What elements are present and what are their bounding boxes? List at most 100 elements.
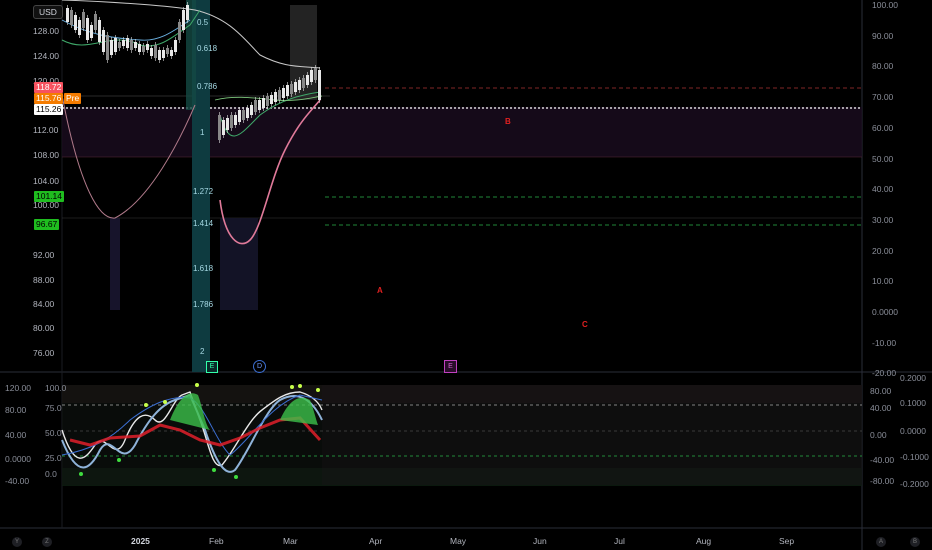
candle-body xyxy=(170,50,173,56)
candle-body xyxy=(174,40,177,52)
candle-body xyxy=(262,98,265,108)
candle-body xyxy=(246,108,249,118)
left-axis-tick: 80.00 xyxy=(33,323,55,333)
osc-right-tick-2: -0.2000 xyxy=(900,479,929,489)
right-axis-tick: 40.00 xyxy=(872,184,894,195)
osc-right-tick-2: 0.0000 xyxy=(900,426,926,436)
fib-label: 1.414 xyxy=(193,219,214,228)
candle-body xyxy=(138,44,141,52)
osc-left-tick: 75.0 xyxy=(45,403,62,413)
candle-body xyxy=(242,110,245,120)
candle-body xyxy=(270,95,273,104)
osc-right-tick: -80.00 xyxy=(870,476,895,486)
osc-right-tick: -40.00 xyxy=(870,455,895,465)
future-earnings-marker[interactable]: E xyxy=(444,360,457,373)
fib-label: 0.786 xyxy=(197,82,218,91)
right-axis-tick: 80.00 xyxy=(872,61,894,72)
dividend-marker[interactable]: D xyxy=(253,360,266,373)
time-label: 2025 xyxy=(131,536,150,546)
left-axis-tick: 84.00 xyxy=(33,299,55,309)
osc-right-tick-2: 0.1000 xyxy=(900,398,926,408)
osc-right-tick-2: -0.1000 xyxy=(900,452,929,462)
candle-body xyxy=(310,70,313,82)
osc-left-tick: 25.0 xyxy=(45,453,62,463)
candle-body xyxy=(238,110,241,122)
left-axis-tick: 104.00 xyxy=(33,176,59,186)
candle-body xyxy=(74,15,77,30)
candle-body xyxy=(278,90,281,100)
shaded-zone xyxy=(62,107,862,157)
candle-body xyxy=(70,10,73,25)
candle-body xyxy=(150,48,153,56)
candle-body xyxy=(130,40,133,50)
candle-body xyxy=(126,38,129,48)
right-axis-tick: 30.00 xyxy=(872,214,894,225)
candle-body xyxy=(114,38,117,52)
left-axis-tick: 108.00 xyxy=(33,150,59,160)
candle-body xyxy=(82,12,85,28)
premarket-badge: Pre xyxy=(64,93,82,104)
fib-label: 1.786 xyxy=(193,300,214,309)
candle-body xyxy=(106,35,109,60)
osc-right-tick: 0.00 xyxy=(870,430,887,440)
right-axis-tick: -20.00 xyxy=(872,368,897,379)
candle-body xyxy=(182,10,185,30)
right-axis-tick: 20.00 xyxy=(872,245,894,256)
osc-right-tick: 80.00 xyxy=(870,386,892,396)
candle-body xyxy=(134,42,137,48)
osc-right-tick-2: 0.2000 xyxy=(900,373,926,383)
right-axis-tick: 70.00 xyxy=(872,92,894,103)
chart-canvas[interactable] xyxy=(0,0,932,550)
time-label: Mar xyxy=(283,536,298,546)
candle-body xyxy=(230,115,233,128)
fib-label: 0.5 xyxy=(197,18,209,27)
time-label: Apr xyxy=(369,536,383,546)
osc-left-tick: 100.0 xyxy=(45,383,67,393)
candle-body xyxy=(142,46,145,52)
candle-body xyxy=(282,88,285,98)
price-badge-high: 118.72 xyxy=(34,82,64,93)
corner-button-z[interactable]: Z xyxy=(42,537,52,547)
candle-body xyxy=(146,44,149,50)
left-axis-tick: 76.00 xyxy=(33,348,55,358)
candle-body xyxy=(110,40,113,55)
candle-body xyxy=(254,100,257,112)
time-label: May xyxy=(450,536,467,546)
candle-body xyxy=(234,115,237,125)
candle-body xyxy=(226,118,229,130)
candle-body xyxy=(166,48,169,54)
candle-body xyxy=(250,105,253,115)
candle-body xyxy=(98,20,101,42)
fib-label: 1.618 xyxy=(193,264,214,273)
osc-far-left-tick: -40.00 xyxy=(5,476,30,486)
left-axis-tick: 124.00 xyxy=(33,51,59,61)
candle-body xyxy=(154,45,157,58)
candle-body xyxy=(162,50,165,58)
candle-body xyxy=(118,42,121,48)
candle-body xyxy=(298,80,301,90)
left-axis-tick: 88.00 xyxy=(33,275,55,285)
corner-button-a[interactable]: A xyxy=(876,537,886,547)
annotation-b: B xyxy=(505,117,511,126)
annotation-a: A xyxy=(377,286,383,295)
right-axis-tick: 50.00 xyxy=(872,153,894,164)
currency-selector[interactable]: USD xyxy=(33,5,63,19)
candle-body xyxy=(186,5,189,20)
price-badge-support-2: 96.67 xyxy=(34,219,60,230)
osc-left-tick: 50.0 xyxy=(45,428,62,438)
earnings-marker[interactable]: E xyxy=(206,361,218,373)
candle-body xyxy=(290,84,293,94)
time-label: Jun xyxy=(533,536,547,546)
time-label: Feb xyxy=(209,536,224,546)
annotation-c: C xyxy=(582,320,588,329)
corner-button-y[interactable]: Y xyxy=(12,537,22,547)
candle-body xyxy=(286,85,289,96)
corner-button-b[interactable]: B xyxy=(910,537,920,547)
candle-body xyxy=(266,96,269,106)
left-axis-tick: 92.00 xyxy=(33,250,55,260)
fib-label: 1.272 xyxy=(193,187,214,196)
candle-body xyxy=(306,75,309,85)
candle-body xyxy=(158,50,161,60)
right-axis-tick: 0.0000 xyxy=(872,307,898,317)
fib-label: 0.618 xyxy=(197,44,218,53)
